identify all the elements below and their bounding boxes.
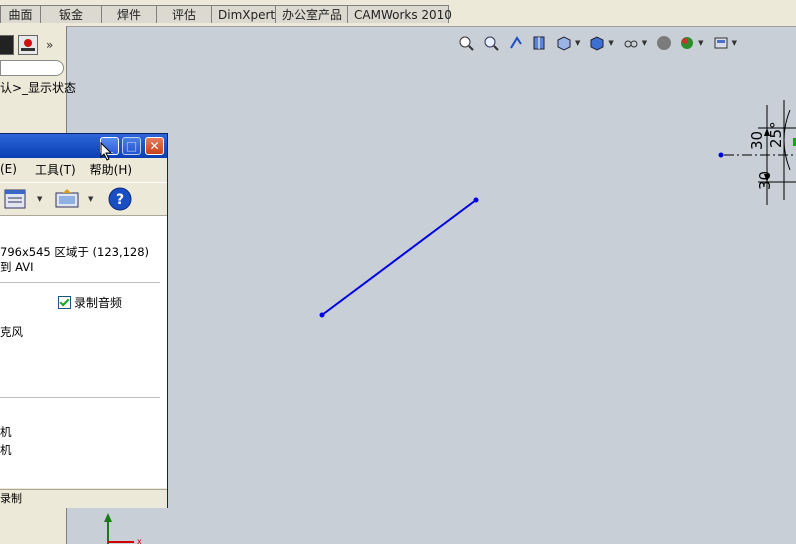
- divider: [0, 397, 160, 398]
- dialog-menubar: (E) 工具(T) 帮助(H): [0, 158, 167, 180]
- filter-field[interactable]: [0, 60, 64, 76]
- apply-scene-icon[interactable]: [679, 35, 695, 51]
- device-label-1: 机: [0, 425, 12, 439]
- sketch-line[interactable]: [321, 199, 477, 316]
- capture-options-icon[interactable]: [55, 187, 81, 211]
- sketch-endpoint[interactable]: [319, 312, 325, 318]
- tab-sheet-metal[interactable]: 钣金: [40, 5, 102, 23]
- dimension-30-top[interactable]: 30: [748, 131, 766, 150]
- close-button[interactable]: ✕: [145, 137, 164, 155]
- maximize-button[interactable]: □: [122, 137, 141, 155]
- view-orientation-icon[interactable]: [556, 35, 572, 51]
- dialog-titlebar[interactable]: _ □ ✕: [0, 134, 167, 158]
- heads-up-view-toolbar: ▼ ▼ ▼ ▼ ▼: [458, 33, 739, 53]
- tab-camworks[interactable]: CAMWorks 2010: [347, 5, 452, 23]
- dimension-30-bottom[interactable]: 30: [756, 171, 774, 190]
- view-settings-icon[interactable]: [713, 35, 729, 51]
- sketch-endpoint[interactable]: [473, 197, 479, 203]
- tab-office-products[interactable]: 办公室产品: [275, 5, 348, 23]
- divider: [0, 282, 160, 283]
- chevron-down-icon[interactable]: ▼: [37, 195, 42, 203]
- menu-edit[interactable]: (E): [0, 162, 17, 176]
- triad-x-label: x: [137, 537, 142, 544]
- tab-evaluate[interactable]: 评估: [156, 5, 212, 23]
- recorder-dialog: _ □ ✕ (E) 工具(T) 帮助(H) ▼ ▼ ? 796x545 区域于 …: [0, 133, 168, 508]
- tree-item-display-state[interactable]: 认>_显示状态: [0, 79, 76, 96]
- zoom-to-area-icon[interactable]: [483, 35, 499, 51]
- triad-y-arrow: [104, 513, 112, 522]
- region-select-icon[interactable]: [4, 187, 30, 211]
- menu-help[interactable]: 帮助(H): [90, 161, 132, 178]
- chevron-down-icon[interactable]: ▼: [732, 39, 737, 47]
- help-icon[interactable]: ?: [108, 187, 132, 211]
- capture-target-info: 到 AVI: [0, 260, 34, 274]
- dialog-statusbar: 录制: [0, 489, 167, 508]
- more-tabs-button[interactable]: »: [46, 38, 53, 52]
- chevron-down-icon[interactable]: ▼: [88, 195, 93, 203]
- sketch-point[interactable]: [718, 152, 724, 158]
- hide-show-items-icon[interactable]: [623, 35, 639, 51]
- chevron-down-icon[interactable]: ▼: [608, 39, 613, 47]
- dimension-25-deg[interactable]: 25°: [767, 121, 785, 148]
- record-audio-label: 录制音频: [74, 296, 123, 310]
- chevron-down-icon[interactable]: ▼: [642, 39, 647, 47]
- panel-tab-icon[interactable]: [0, 35, 14, 55]
- command-manager-tabs: 曲面 钣金 焊件 评估 DimXpert 办公室产品 CAMWorks 2010: [0, 0, 796, 27]
- zoom-to-fit-icon[interactable]: [458, 35, 474, 51]
- dialog-toolbar: ▼ ▼ ?: [0, 182, 167, 216]
- tab-weldments[interactable]: 焊件: [101, 5, 157, 23]
- tab-surfaces[interactable]: 曲面: [0, 5, 41, 23]
- record-audio-checkbox[interactable]: 录制音频: [58, 294, 122, 311]
- edit-appearance-icon[interactable]: [656, 35, 672, 51]
- menu-tools[interactable]: 工具(T): [35, 161, 76, 178]
- microphone-label: 克风: [0, 325, 23, 339]
- previous-view-icon[interactable]: [508, 35, 524, 51]
- chevron-down-icon[interactable]: ▼: [698, 39, 703, 47]
- device-label-2: 机: [0, 443, 12, 457]
- capture-region-info: 796x545 区域于 (123,128): [0, 245, 150, 259]
- chevron-down-icon[interactable]: ▼: [575, 39, 580, 47]
- display-style-icon[interactable]: [589, 35, 605, 51]
- tab-dimxpert[interactable]: DimXpert: [211, 5, 276, 23]
- svg-text:?: ?: [116, 192, 124, 208]
- dialog-content: 796x545 区域于 (123,128) 到 AVI 录制音频 克风 机 机: [0, 216, 167, 488]
- section-view-icon[interactable]: [531, 35, 547, 51]
- checkbox-checked-icon[interactable]: [58, 296, 71, 309]
- property-manager-icon[interactable]: [18, 35, 38, 55]
